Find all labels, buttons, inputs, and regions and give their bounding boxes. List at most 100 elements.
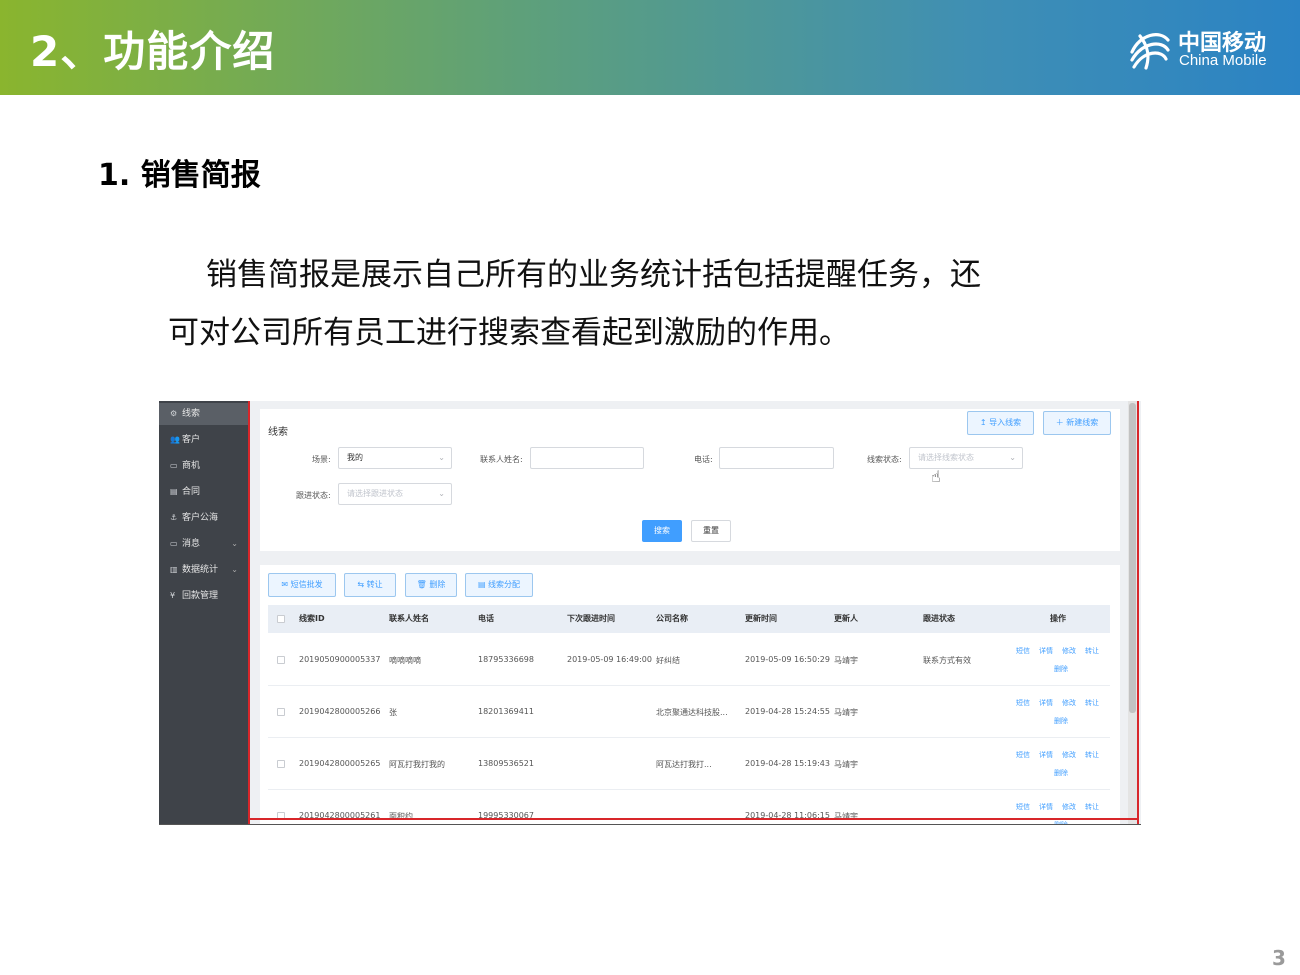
assign-leads-button[interactable]: ▤ 线索分配 bbox=[465, 573, 533, 597]
cell-updater: 马靖宇 bbox=[834, 760, 858, 769]
detail-link[interactable]: 详情 bbox=[1039, 646, 1053, 656]
transfer-link[interactable]: 转让 bbox=[1085, 750, 1099, 760]
transfer-link[interactable]: 转让 bbox=[1085, 646, 1099, 656]
cell-company: 阿瓦达打我打... bbox=[656, 760, 712, 769]
cell-contact-name: 面积约 bbox=[389, 812, 413, 821]
delete-link[interactable]: 删除 bbox=[1054, 768, 1068, 778]
edit-link[interactable]: 修改 bbox=[1062, 646, 1076, 656]
sidebar-item-messages[interactable]: ▭ 消息 ⌄ bbox=[159, 533, 248, 555]
table-header: 线索ID 联系人姓名 电话 下次跟进时间 公司名称 更新时间 更新人 跟进状态 … bbox=[268, 605, 1110, 633]
leads-table-panel: ✉ 短信批发 ⇆ 转让 🗑 删除 ▤ 线索分配 线索ID 联系人姓名 电话 下次… bbox=[260, 565, 1120, 824]
edit-link[interactable]: 修改 bbox=[1062, 750, 1076, 760]
cell-updated-time: 2019-04-28 15:19:43 bbox=[745, 759, 830, 768]
table-row[interactable]: 2019042800005266 张 18201369411 北京聚通达科技股.… bbox=[268, 686, 1110, 738]
follow-status-label: 跟进状态: bbox=[296, 491, 331, 500]
phone-input[interactable] bbox=[719, 447, 834, 469]
search-button[interactable]: 搜索 bbox=[642, 520, 682, 542]
sidebar-item-leads[interactable]: ⚙ 线索 bbox=[159, 403, 248, 425]
contact-name-input[interactable] bbox=[530, 447, 644, 469]
transfer-button[interactable]: ⇆ 转让 bbox=[344, 573, 396, 597]
edit-link[interactable]: 修改 bbox=[1062, 802, 1076, 812]
yen-icon: ¥ bbox=[170, 591, 176, 600]
scene-label: 场景: bbox=[312, 455, 331, 464]
detail-link[interactable]: 详情 bbox=[1039, 750, 1053, 760]
sidebar-item-label: 商机 bbox=[182, 461, 201, 471]
hand-cursor-icon: ☝ bbox=[931, 467, 941, 486]
row-checkbox[interactable] bbox=[277, 760, 285, 768]
logo-text-en: China Mobile bbox=[1179, 52, 1267, 69]
header-updater[interactable]: 更新人 bbox=[834, 605, 858, 633]
highlight-border-right bbox=[1137, 401, 1139, 824]
sidebar-item-public-pool[interactable]: ⚓ 客户公海 bbox=[159, 507, 248, 529]
cell-phone: 18795336698 bbox=[478, 655, 534, 664]
panel-title: 线索 bbox=[268, 427, 288, 438]
slide-title: 2、功能介绍 bbox=[30, 27, 276, 76]
cell-updated-time: 2019-04-28 15:24:55 bbox=[745, 707, 830, 716]
description-paragraph: 销售简报是展示自己所有的业务统计括包括提醒任务，还 可对公司所有员工进行搜索查看… bbox=[168, 246, 1058, 362]
cell-updater: 马靖宇 bbox=[834, 812, 858, 821]
cell-company: 北京聚通达科技股... bbox=[656, 708, 728, 717]
header-lead-id[interactable]: 线索ID bbox=[299, 605, 325, 633]
sidebar-item-label: 线索 bbox=[182, 409, 201, 419]
sidebar: ⚙ 线索 👥 客户 ▭ 商机 ▤ 合同 ⚓ 客户公海 ▭ 消息 ⌄ ▥ 数据统计 ⌄ ¥ 回款管… bbox=[159, 401, 248, 824]
sms-link[interactable]: 短信 bbox=[1016, 698, 1030, 708]
delete-link[interactable]: 删除 bbox=[1054, 716, 1068, 726]
card-icon: ▭ bbox=[170, 461, 178, 470]
cell-follow-status: 联系方式有效 bbox=[923, 656, 971, 665]
anchor-icon: ⚓ bbox=[170, 513, 178, 522]
header-phone[interactable]: 电话 bbox=[478, 605, 494, 633]
scrollbar-thumb[interactable] bbox=[1129, 403, 1136, 713]
scene-select[interactable]: 我的 ⌄ bbox=[338, 447, 452, 469]
detail-link[interactable]: 详情 bbox=[1039, 802, 1053, 812]
cell-lead-id: 2019042800005265 bbox=[299, 759, 381, 768]
cell-lead-id: 2019042800005266 bbox=[299, 707, 381, 716]
sidebar-item-payments[interactable]: ¥ 回款管理 bbox=[159, 585, 248, 607]
lead-status-select[interactable]: 请选择线索状态 ⌄ bbox=[909, 447, 1023, 469]
chevron-down-icon: ⌄ bbox=[1009, 453, 1016, 462]
select-all-checkbox[interactable] bbox=[277, 615, 285, 623]
sidebar-item-statistics[interactable]: ▥ 数据统计 ⌄ bbox=[159, 559, 248, 581]
delete-link[interactable]: 删除 bbox=[1054, 820, 1068, 824]
delete-button[interactable]: 🗑 删除 bbox=[405, 573, 457, 597]
cell-updated-time: 2019-05-09 16:50:29 bbox=[745, 655, 830, 664]
new-lead-button[interactable]: ＋ 新建线索 bbox=[1043, 411, 1111, 435]
header-company[interactable]: 公司名称 bbox=[656, 605, 688, 633]
cell-lead-id: 2019050900005337 bbox=[299, 655, 381, 664]
paragraph-line-1: 销售简报是展示自己所有的业务统计括包括提醒任务，还 bbox=[206, 257, 981, 293]
cell-company: 好纠结 bbox=[656, 656, 680, 665]
bulk-sms-button[interactable]: ✉ 短信批发 bbox=[268, 573, 336, 597]
sidebar-item-label: 客户 bbox=[182, 435, 201, 445]
delete-link[interactable]: 删除 bbox=[1054, 664, 1068, 674]
phone-label: 电话: bbox=[694, 455, 713, 464]
sidebar-item-customers[interactable]: 👥 客户 bbox=[159, 429, 248, 451]
transfer-link[interactable]: 转让 bbox=[1085, 802, 1099, 812]
follow-status-placeholder: 请选择跟进状态 bbox=[347, 489, 403, 498]
sidebar-item-label: 数据统计 bbox=[182, 565, 219, 575]
header-updated-time[interactable]: 更新时间 bbox=[745, 605, 777, 633]
header-follow-status[interactable]: 跟进状态 bbox=[923, 605, 955, 633]
cell-phone: 13809536521 bbox=[478, 759, 534, 768]
sidebar-item-opportunities[interactable]: ▭ 商机 bbox=[159, 455, 248, 477]
transfer-link[interactable]: 转让 bbox=[1085, 698, 1099, 708]
chevron-down-icon: ⌄ bbox=[438, 489, 445, 498]
search-panel: 线索 ↥ 导入线索 ＋ 新建线索 场景: 我的 ⌄ 联系人姓名: 电话: 线索状… bbox=[260, 409, 1120, 551]
header-contact-name[interactable]: 联系人姓名 bbox=[389, 605, 429, 633]
edit-link[interactable]: 修改 bbox=[1062, 698, 1076, 708]
table-row[interactable]: 2019050900005337 嘀嘀嘀嘀 18795336698 2019-0… bbox=[268, 634, 1110, 686]
import-leads-button[interactable]: ↥ 导入线索 bbox=[967, 411, 1034, 435]
sidebar-item-contracts[interactable]: ▤ 合同 bbox=[159, 481, 248, 503]
follow-status-select[interactable]: 请选择跟进状态 ⌄ bbox=[338, 483, 452, 505]
sms-link[interactable]: 短信 bbox=[1016, 646, 1030, 656]
row-checkbox[interactable] bbox=[277, 656, 285, 664]
row-checkbox[interactable] bbox=[277, 708, 285, 716]
header-actions: 操作 bbox=[1050, 614, 1066, 623]
header-next-followup[interactable]: 下次跟进时间 bbox=[567, 605, 615, 633]
detail-link[interactable]: 详情 bbox=[1039, 698, 1053, 708]
highlight-border-left bbox=[248, 401, 250, 824]
sms-link[interactable]: 短信 bbox=[1016, 802, 1030, 812]
reset-button[interactable]: 重置 bbox=[691, 520, 731, 542]
slide-header: 2、功能介绍 中国移动 China Mobile bbox=[0, 0, 1300, 95]
cell-updater: 马靖宇 bbox=[834, 708, 858, 717]
sms-link[interactable]: 短信 bbox=[1016, 750, 1030, 760]
table-row[interactable]: 2019042800005265 阿瓦打我打我的 13809536521 阿瓦达… bbox=[268, 738, 1110, 790]
